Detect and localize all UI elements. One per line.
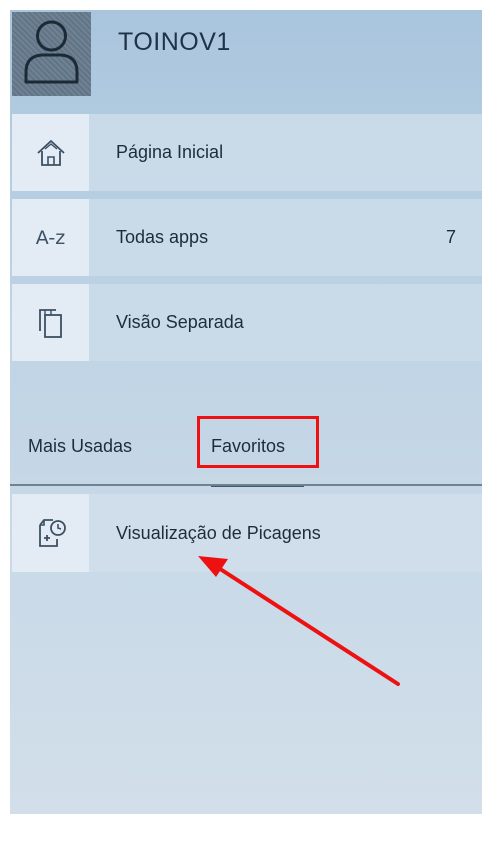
- favorite-item-timesheet-view[interactable]: Visualização de Picagens: [12, 494, 482, 572]
- tab-bar-divider: [10, 484, 482, 486]
- app-count-badge: 7: [445, 227, 456, 247]
- timesheet-clock-icon: [38, 519, 66, 547]
- user-name: TOINOV1: [118, 28, 231, 56]
- launchpad-panel: TOINOV1 Página Inicial A-z Todas apps 7: [10, 10, 482, 814]
- nav-item-label: Visão Separada: [116, 312, 244, 332]
- nav-item-icon-box: [12, 114, 89, 191]
- nav-item-home[interactable]: Página Inicial: [12, 114, 482, 191]
- split-view-icon: [38, 308, 62, 338]
- nav-item-label: Todas apps: [116, 227, 209, 247]
- a-z-icon: A-z: [35, 226, 66, 249]
- nav-item-icon-box: A-z: [12, 199, 89, 276]
- nav-item-split-view[interactable]: Visão Separada: [12, 284, 482, 361]
- nav-item-icon-box: [12, 284, 89, 361]
- user-header: TOINOV1: [10, 10, 482, 98]
- avatar[interactable]: [12, 12, 91, 96]
- favorite-item-icon-box: [12, 494, 89, 572]
- favorites-highlight-box: [197, 416, 319, 468]
- favorite-item-label: Visualização de Picagens: [116, 523, 321, 543]
- user-avatar-icon: [24, 20, 79, 84]
- home-icon: [36, 139, 65, 166]
- tab-most-used[interactable]: Mais Usadas: [28, 436, 132, 457]
- nav-item-label: Página Inicial: [116, 142, 224, 162]
- nav-item-all-apps[interactable]: A-z Todas apps 7: [12, 199, 482, 276]
